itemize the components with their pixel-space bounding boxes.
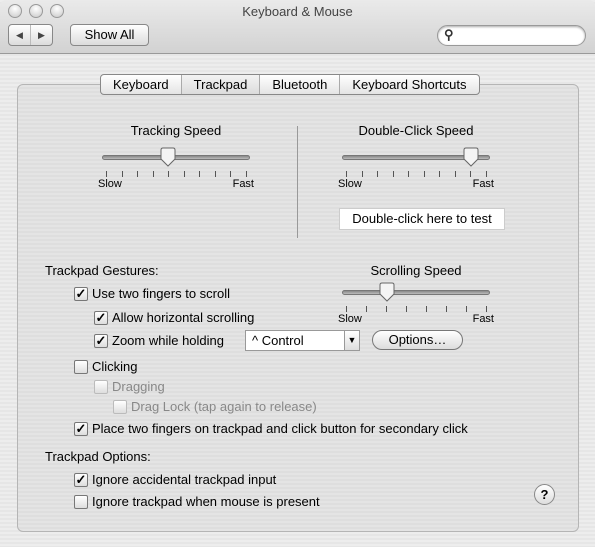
checkbox-box[interactable]: ✓: [74, 286, 88, 301]
checkbox-box[interactable]: ✓: [74, 421, 88, 436]
checkbox-use-two-fingers-to-scroll[interactable]: ✓ Use two fingers to scroll: [74, 286, 230, 301]
slider-tick: [346, 306, 347, 312]
slider-tick: [466, 306, 467, 312]
slider-tick: [486, 171, 487, 177]
slider-track: [342, 290, 490, 295]
help-button[interactable]: ?: [534, 484, 555, 505]
slider-track: [102, 155, 250, 160]
slider-tick: [152, 171, 154, 177]
slider-tick: [246, 171, 247, 177]
slider-max-label: Fast: [472, 178, 494, 190]
scrolling-speed-label: Scrolling Speed: [370, 263, 462, 278]
slider-tick: [439, 171, 441, 177]
slider-tick: [426, 306, 427, 312]
window-title: Keyboard & Mouse: [242, 4, 353, 19]
tab-keyboard[interactable]: Keyboard: [101, 75, 182, 94]
checkbox-dragging: Dragging: [94, 379, 165, 394]
checkbox-label: Ignore accidental trackpad input: [92, 472, 277, 487]
checkbox-ignore-accidental-trackpad-input[interactable]: ✓ Ignore accidental trackpad input: [74, 472, 276, 487]
chevron-down-icon: ▼: [344, 331, 359, 350]
forward-icon[interactable]: ▶: [31, 25, 52, 45]
checkbox-label: Clicking: [92, 359, 138, 374]
zoom-modifier-value: ^ Control: [252, 333, 304, 348]
tracking-speed-label: Tracking Speed: [130, 123, 222, 138]
checkbox-label: Use two fingers to scroll: [92, 286, 230, 301]
slider-tick: [199, 171, 201, 177]
slider-tick: [406, 306, 407, 312]
slider-tick: [121, 171, 123, 177]
slider-thumb[interactable]: [379, 282, 395, 302]
checkbox-label: Drag Lock (tap again to release): [131, 399, 317, 414]
slider-tick: [470, 171, 472, 177]
trackpad-gestures-heading: Trackpad Gestures:: [45, 263, 159, 278]
double-click-test-area[interactable]: Double-click here to test: [339, 208, 505, 230]
checkbox-box[interactable]: [113, 399, 127, 414]
slider-tick: [106, 171, 107, 177]
checkbox-label: Place two fingers on trackpad and click …: [92, 421, 468, 436]
tab-keyboard-shortcuts[interactable]: Keyboard Shortcuts: [340, 75, 478, 94]
slider-tick: [366, 306, 367, 312]
double-click-speed-label: Double-Click Speed: [358, 123, 474, 138]
slider-tick: [230, 171, 232, 177]
checkbox-box[interactable]: ✓: [94, 333, 108, 348]
trackpad-options-heading: Trackpad Options:: [45, 449, 151, 464]
checkbox-label: Allow horizontal scrolling: [112, 310, 255, 325]
slider-min-label: Slow: [98, 178, 122, 190]
slider-tick: [183, 171, 185, 177]
slider-tick: [423, 171, 425, 177]
zoom-modifier-popup[interactable]: ^ Control ▼: [245, 330, 360, 351]
checkbox-box[interactable]: [94, 379, 108, 394]
slider-min-label: Slow: [338, 313, 362, 325]
checkbox-label: Zoom while holding: [112, 333, 225, 348]
show-all-button[interactable]: Show All: [70, 24, 149, 46]
tab-bar: Keyboard Trackpad Bluetooth Keyboard Shortc…: [100, 74, 480, 95]
checkbox-label: Dragging: [112, 379, 165, 394]
slider-thumb[interactable]: [160, 147, 176, 167]
slider-tick: [386, 306, 387, 312]
checkbox-allow-horizontal-scrolling[interactable]: ✓ Allow horizontal scrolling: [94, 310, 254, 325]
tracking-speed-slider[interactable]: Slow Fast: [98, 147, 254, 191]
slider-tick: [408, 171, 410, 177]
search-input[interactable]: ⚲: [437, 25, 586, 46]
checkbox-box[interactable]: [74, 359, 88, 374]
divider: [297, 126, 298, 238]
back-forward-control[interactable]: ◀ ▶: [8, 24, 53, 46]
checkbox-label: Ignore trackpad when mouse is present: [92, 494, 320, 509]
window: Keyboard & Mouse ◀ ▶ Show All ⚲ Keyboard…: [0, 0, 595, 547]
scrolling-speed-slider[interactable]: Slow Fast: [338, 282, 494, 326]
tab-bluetooth[interactable]: Bluetooth: [260, 75, 341, 94]
search-icon: ⚲: [444, 27, 454, 42]
checkbox-drag-lock-tap-again-to-release: Drag Lock (tap again to release): [113, 399, 317, 414]
slider-tick: [392, 171, 394, 177]
slider-tick: [361, 171, 363, 177]
checkbox-box[interactable]: [74, 494, 88, 509]
slider-max-label: Fast: [472, 313, 494, 325]
slider-min-label: Slow: [338, 178, 362, 190]
double-click-speed-slider[interactable]: Slow Fast: [338, 147, 494, 191]
slider-thumb[interactable]: [463, 147, 479, 167]
slider-tick: [454, 171, 456, 177]
checkbox-place-two-fingers-on-trackpad-and-click-button-for-secondary-click[interactable]: ✓ Place two fingers on trackpad and click…: [74, 421, 468, 436]
slider-tick: [486, 306, 487, 312]
checkbox-clicking[interactable]: Clicking: [74, 359, 138, 374]
slider-tick: [137, 171, 139, 177]
checkbox-box[interactable]: ✓: [74, 472, 88, 487]
back-icon[interactable]: ◀: [9, 25, 31, 45]
tab-trackpad[interactable]: Trackpad: [181, 75, 261, 94]
title-bar: Keyboard & Mouse ◀ ▶ Show All ⚲: [0, 0, 595, 54]
checkbox-box[interactable]: ✓: [94, 310, 108, 325]
options-button[interactable]: Options…: [372, 330, 463, 350]
slider-max-label: Fast: [232, 178, 254, 190]
slider-tick: [346, 171, 347, 177]
slider-tick: [446, 306, 447, 312]
checkbox-zoom-while-holding[interactable]: ✓ Zoom while holding: [94, 333, 224, 348]
checkbox-ignore-trackpad-when-mouse-is-present[interactable]: Ignore trackpad when mouse is present: [74, 494, 320, 509]
slider-tick: [214, 171, 216, 177]
slider-tick: [168, 171, 170, 177]
slider-tick: [377, 171, 379, 177]
